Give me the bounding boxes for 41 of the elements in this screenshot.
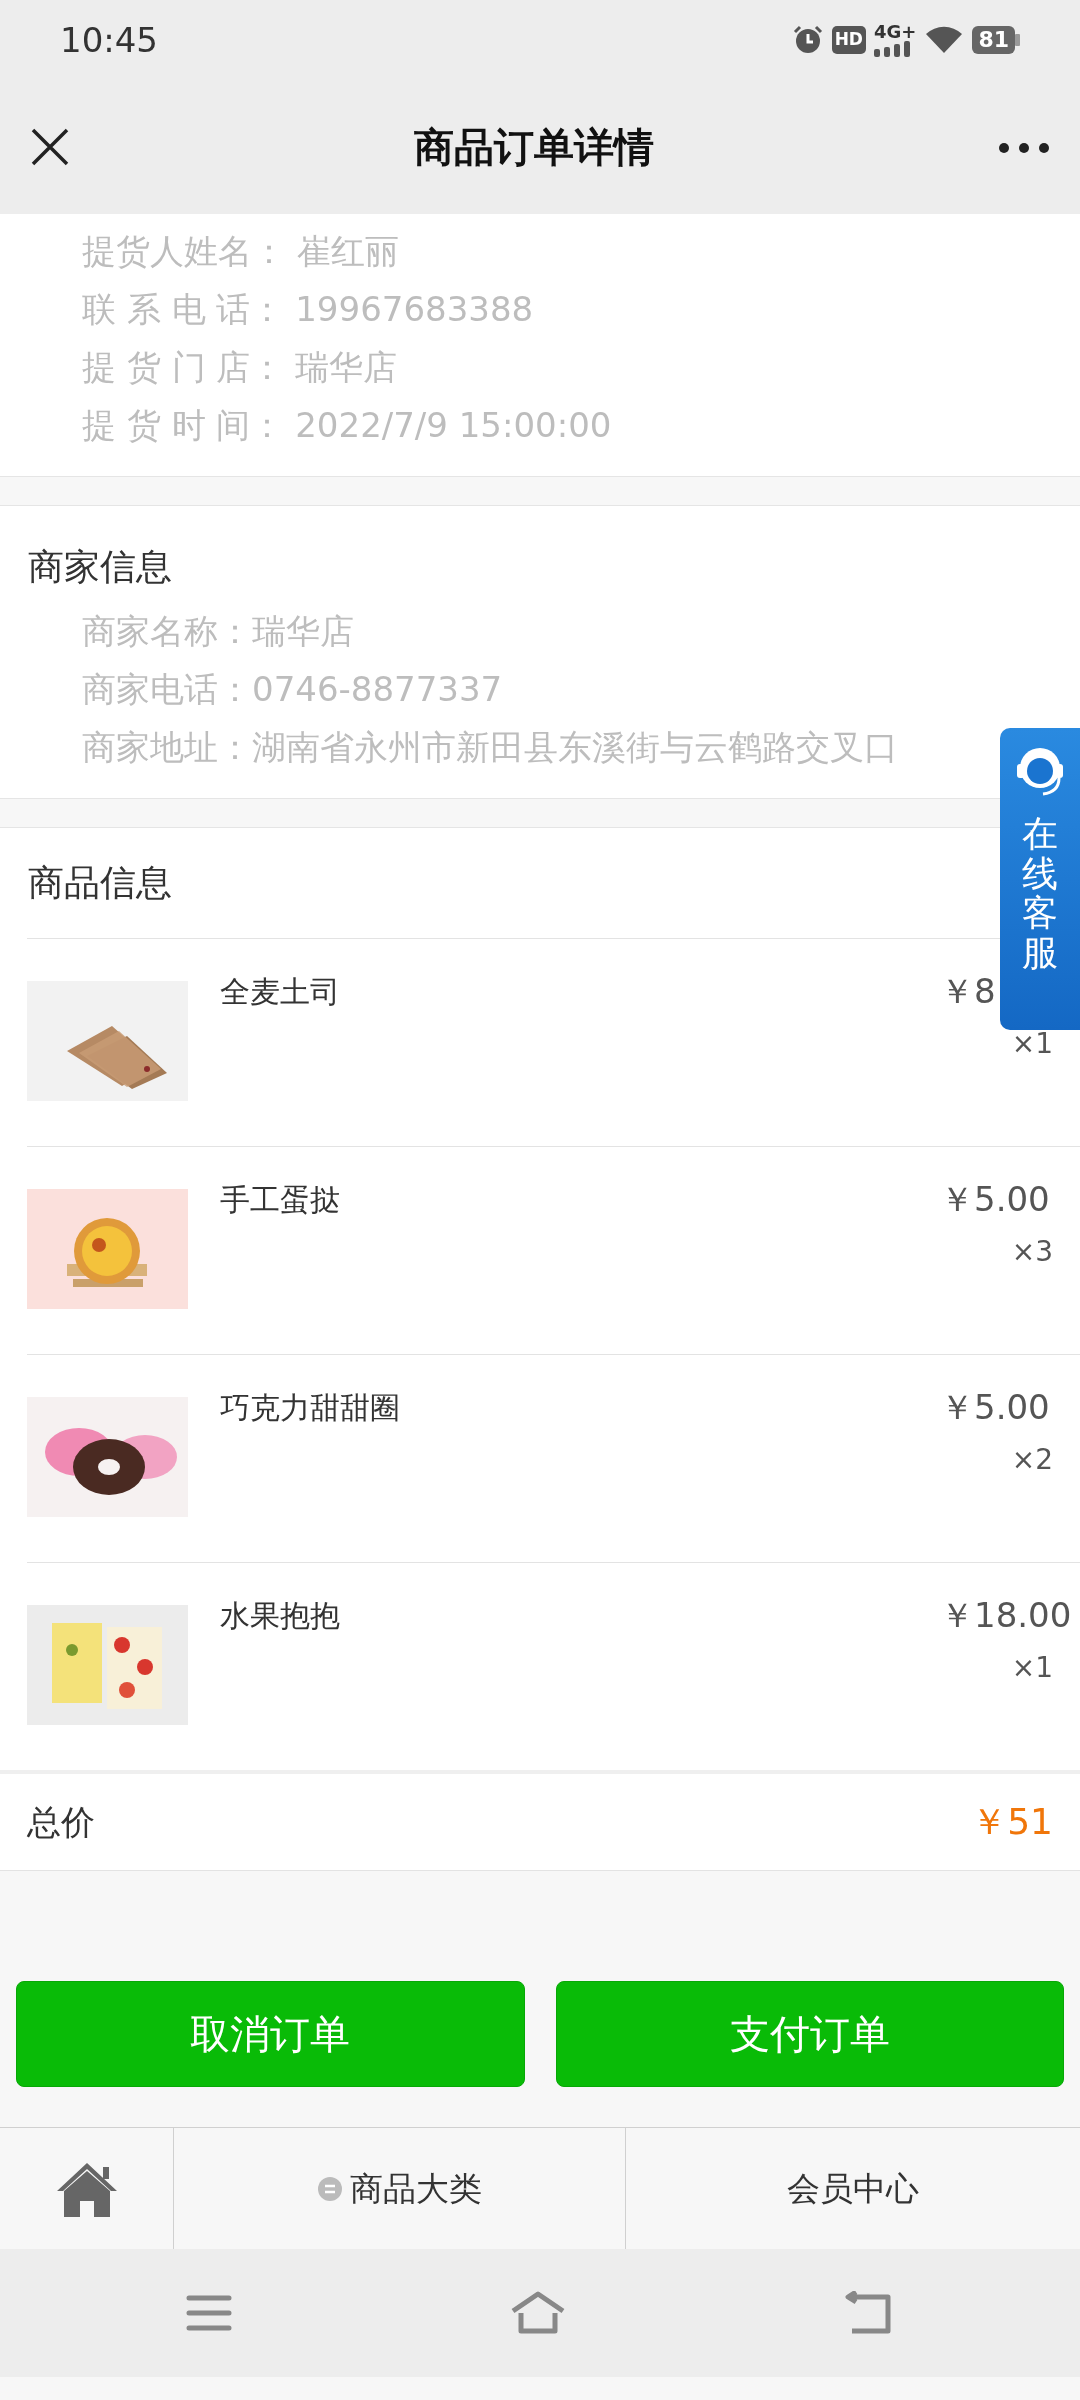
section-title: 商家信息 [28,545,172,589]
info-text: 商家地址：湖南省永州市新田县东溪街与云鹤路交叉口 [82,726,898,769]
product-name: 巧克力甜甜圈 [219,1389,401,1427]
customer-service-button[interactable]: 在线客服 [1000,728,1080,1030]
product-price: ￥8 [940,970,996,1013]
menu-icon[interactable] [186,2294,233,2332]
pay-order-button[interactable]: 支付订单 [555,1981,1064,2087]
battery-level: 81 [972,26,1015,54]
product-name: 手工蛋挞 [219,1181,341,1219]
network-label: 4G+ [874,23,917,41]
total-label: 总价 [27,1800,95,1844]
product-quantity: ×1 [1011,1650,1053,1687]
product-price: ￥5.00 [940,1178,1050,1221]
category-tab[interactable]: 商品大类 [317,2163,482,2214]
back-icon[interactable] [843,2291,894,2335]
alarm-icon [791,24,824,56]
product-quantity: ×3 [1011,1234,1053,1271]
home-icon[interactable] [509,2291,567,2335]
status-time: 10:45 [60,18,158,62]
more-icon [998,141,1050,154]
hd-label: HD [831,26,866,54]
info-text: 商家电话：0746-8877337 [82,668,503,711]
info-text: 商家名称：瑞华店 [82,610,354,653]
info-text: 提 货 时 间： 2022/7/9 15:00:00 [82,404,612,447]
product-quantity: ×2 [1011,1442,1053,1479]
product-name: 水果抱抱 [219,1597,341,1635]
cancel-order-button[interactable]: 取消订单 [16,1981,525,2087]
product-price: ￥18.00 [940,1594,1072,1637]
info-text: 提 货 门 店： 瑞华店 [82,346,398,389]
member-center-tab[interactable]: 会员中心 [787,2163,919,2214]
info-text: 联 系 电 话： 19967683388 [82,288,534,331]
total-price: ￥51 [971,1800,1053,1844]
close-button[interactable] [30,127,70,167]
list-icon [317,2176,342,2201]
page-title: 商品订单详情 [414,123,654,172]
info-text: 提货人姓名： 崔红丽 [82,230,399,273]
wifi-icon [924,25,965,55]
section-title: 商品信息 [28,861,172,905]
close-icon [30,127,70,167]
product-price: ￥5.00 [940,1386,1050,1429]
product-name: 全麦土司 [219,973,341,1011]
